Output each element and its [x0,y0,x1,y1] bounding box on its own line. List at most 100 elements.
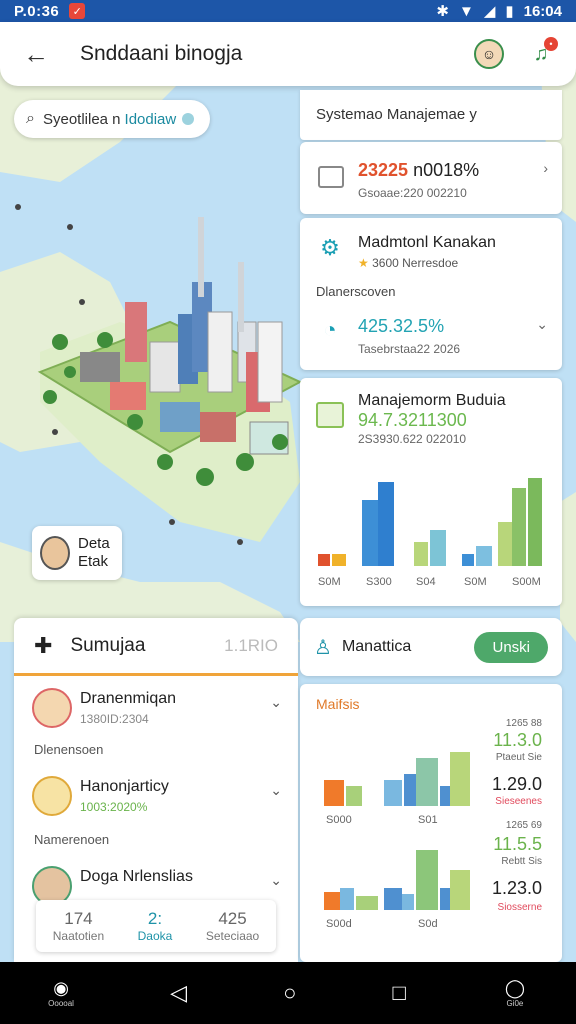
bar [440,888,450,910]
stat-primary-label: Rebtt Sis [501,856,542,867]
bar [450,752,470,806]
analytics-label: Manattica [341,638,412,655]
status-time-right: 16:04 [523,2,562,20]
bar [362,500,378,566]
chevron-down-icon[interactable]: ⌄ [270,782,282,799]
list-item[interactable]: Hanonjarticy 1003:2020% ⌄ [32,776,282,822]
bottom-sheet-title: Sumujaa [70,634,146,656]
budget-chart-card[interactable]: Manajemorm Buduia 94.7.3211300 2S3930.62… [300,378,562,606]
map-user-chip[interactable]: Deta Etak [32,526,122,580]
bar [332,554,346,566]
list-item-name: Dranenmiqan [80,690,177,707]
tab-icon: 2: [147,909,163,928]
status-bar: P.0:36 ✓ ✱ ▼ ◢ ▮ 16:04 [0,0,576,22]
search-icon: ⌕ [26,110,35,127]
tab-label: Daoka [137,929,173,943]
notification-bell-icon[interactable]: ♫ • [526,37,558,69]
budget-bar-chart [318,478,542,566]
map-chip-line1: Deta [78,535,110,552]
tab-label: Seteciaao [205,929,260,943]
stat-secondary-label: Sieseenes [495,796,542,807]
bar [416,850,438,910]
map-chip-text: Deta Etak [78,535,110,571]
bottom-tab-bar: 174 Naatotien 2: Daoka 425 Seteciaao [36,900,276,952]
bar [356,896,378,910]
x-axis-label: S000 [326,814,352,826]
list-item[interactable]: Dranenmiqan 1380ID:2304 ⌄ [32,688,282,734]
section-label: Dlenensoen [34,742,104,757]
puzzle-icon: ✚ [34,632,53,658]
app-shortcut-label: Ooooal [48,999,74,1008]
price-subtext: Gsoaae:220 002210 [358,186,467,200]
user-avatar [40,536,70,570]
tab-naatotien[interactable]: 174 Naatotien [53,909,104,943]
wifi-icon: ▼ [458,2,474,20]
status-icons: ✱ ▼ ◢ ▮ 16:04 [436,2,562,21]
rating-text: 3600 Nerresdoe [372,256,459,270]
budget-value: 94.7.3211300 [358,410,467,430]
search-toggle-icon[interactable] [182,113,195,125]
tab-icon: 174 [64,909,93,928]
management-card-title: Madmtonl Kanakan [358,234,496,251]
price-highlight: 23225 [358,160,409,180]
tab-icon: 425 [218,909,247,928]
price-card[interactable]: 23225 n0018% Gsoaae:220 002210 › [300,142,562,214]
bar [378,482,394,566]
management-value: 425.32.5% [358,316,445,336]
app-shortcut[interactable]: ◉ Ooooal [48,978,74,1008]
tab-seteciaao[interactable]: 425 Seteciaao [206,909,259,943]
map-search-bar[interactable]: ⌕ Syeotlilea n Idodiaw [14,100,210,138]
chevron-right-icon[interactable]: › [543,160,548,176]
panel-header: Systemao Manajemae y [300,90,562,140]
x-axis-label: S0M [464,576,487,588]
bar [324,892,340,910]
drop-icon: ◉ [53,978,69,998]
chevron-down-icon[interactable]: ⌄ [270,872,282,889]
tab-daoka[interactable]: 2: Daoka [138,909,173,943]
home-nav-icon[interactable]: ○ [283,980,296,1006]
bar [498,522,512,566]
budget-card-title: Manajemorm Buduia [358,392,506,409]
bar [476,546,492,566]
assistant-shortcut[interactable]: ◯ Gi0e [502,978,528,1008]
management-subtext: Tasebrstaa22 2026 [358,342,461,356]
analytics-header: ♙ Manattica Unski [300,618,562,676]
management-section-label: Dlanerscoven [316,284,396,299]
recents-nav-icon[interactable]: □ [393,980,406,1006]
circle-icon: ◯ [504,978,526,998]
system-navigation-bar: ◉ Ooooal ◁ ○ □ ◯ Gi0e [0,962,576,1024]
price-percent: n0018% [413,160,480,180]
bar [324,780,344,806]
list-item-name: Doga Nrlenslias [80,868,193,885]
list-item-name: Hanonjarticy [80,778,169,795]
analytics-gear-icon: ⚙ [320,235,340,260]
bottom-sheet-header: ✚ Sumujaa 1.1RIO [14,618,298,676]
bar [414,542,428,566]
x-axis-label: S04 [416,576,436,588]
back-arrow-icon[interactable]: ← [20,38,52,70]
bar [346,786,362,806]
bar [430,530,446,566]
stat-primary: 11.5.5 [493,834,542,854]
signal-icon: ◢ [483,3,496,20]
management-card[interactable]: ⚙ Madmtonl Kanakan ★ 3600 Nerresdoe Dlan… [300,218,562,370]
list-item-sub: 1003:2020% [80,800,148,814]
rating-row: ★ 3600 Nerresdoe [358,256,458,270]
x-axis-label: S0d [418,918,438,930]
chevron-down-icon[interactable]: ⌄ [536,316,548,333]
search-term-highlight: Idodiaw [124,110,177,128]
stats-title: Maifsis [316,696,360,712]
chevron-down-icon[interactable]: ⌄ [270,694,282,711]
back-nav-icon[interactable]: ◁ [170,980,187,1006]
stats-card[interactable]: Maifsis 1265 88 11.3.0 Ptaeut Sie 1.29.0… [300,684,562,962]
bar [384,780,402,806]
status-time-left: P.0:36 [14,2,60,20]
tab-label: Naatotien [52,929,105,943]
battery-icon: ▮ [505,3,514,20]
unlock-button[interactable]: Unski [474,631,548,663]
stat-primary: 11.3.0 [493,730,542,750]
profile-avatar[interactable]: ☺ [474,39,504,69]
notification-badge: • [544,37,558,51]
wallet-icon [318,166,344,188]
chart-icon [316,402,344,428]
